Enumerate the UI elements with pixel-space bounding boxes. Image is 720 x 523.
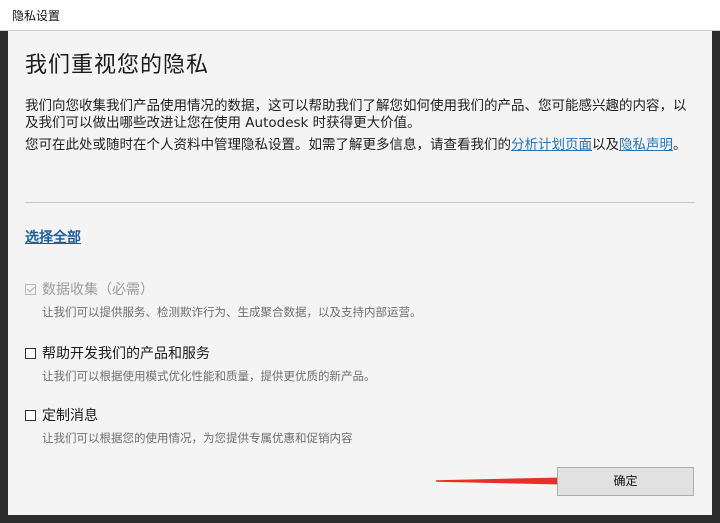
manage-paragraph: 您可在此处或随时在个人资料中管理隐私设置。如需了解更多信息，请查看我们的分析计划… xyxy=(25,137,697,154)
custom-messages-desc: 让我们可以根据您的使用情况，为您提供专属优惠和促销内容 xyxy=(42,431,353,445)
privacy-statement-link[interactable]: 隐私声明 xyxy=(619,137,673,153)
product-improvement-checkbox[interactable] xyxy=(25,347,36,359)
data-collection-desc: 让我们可以提供服务、检测欺诈行为、生成聚合数据，以及支持内部运营。 xyxy=(42,305,422,319)
product-improvement-label[interactable]: 帮助开发我们的产品和服务 xyxy=(42,343,210,363)
option-custom-messages: 定制消息 让我们可以根据您的使用情况，为您提供专属优惠和促销内容 xyxy=(25,405,685,446)
data-collection-checkbox xyxy=(25,283,36,295)
option-product-improvement: 帮助开发我们的产品和服务 让我们可以根据使用模式优化性能和质量，提供更优质的新产… xyxy=(25,343,685,384)
custom-messages-label[interactable]: 定制消息 xyxy=(42,405,98,425)
option-data-collection: 数据收集（必需） 让我们可以提供服务、检测欺诈行为、生成聚合数据，以及支持内部运… xyxy=(25,279,685,320)
data-collection-label: 数据收集（必需） xyxy=(42,282,154,298)
ok-button[interactable]: 确定 xyxy=(557,467,694,496)
manage-text: 您可在此处或随时在个人资料中管理隐私设置。如需了解更多信息，请查看我们的 xyxy=(25,137,511,153)
analytics-link[interactable]: 分析计划页面 xyxy=(511,137,592,153)
custom-messages-checkbox[interactable] xyxy=(25,409,36,421)
privacy-panel: 我们重视您的隐私 我们向您收集我们产品使用情况的数据，这可以帮助我们了解您如何使… xyxy=(8,31,712,515)
manage-text-end: 。 xyxy=(673,137,687,153)
window-title: 隐私设置 xyxy=(12,9,61,23)
product-improvement-desc: 让我们可以根据使用模式优化性能和质量，提供更优质的新产品。 xyxy=(42,369,376,383)
title-bar: 隐私设置 xyxy=(0,0,720,31)
page-title: 我们重视您的隐私 xyxy=(25,53,210,78)
select-all-link[interactable]: 选择全部 xyxy=(25,227,81,247)
divider xyxy=(25,202,695,203)
manage-text-mid: 以及 xyxy=(592,137,619,153)
intro-paragraph: 我们向您收集我们产品使用情况的数据，这可以帮助我们了解您如何使用我们的产品、您可… xyxy=(25,98,687,131)
